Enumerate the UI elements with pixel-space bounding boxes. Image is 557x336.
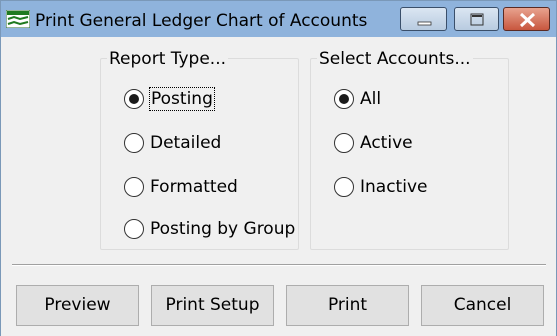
radio-label: All bbox=[360, 89, 382, 109]
maximize-icon bbox=[470, 13, 484, 26]
ledger-app-icon bbox=[5, 9, 31, 29]
title-bar[interactable]: Print General Ledger Chart of Accounts bbox=[1, 1, 556, 37]
radio-circle bbox=[124, 133, 144, 153]
radio-selected-dot bbox=[339, 94, 349, 104]
cancel-button[interactable]: Cancel bbox=[421, 285, 544, 326]
print-button[interactable]: Print bbox=[286, 285, 409, 326]
radio-label: Posting by Group bbox=[150, 219, 296, 239]
radio-label: Formatted bbox=[150, 177, 238, 197]
close-icon bbox=[519, 12, 536, 28]
radio-label: Detailed bbox=[150, 133, 222, 153]
close-button[interactable] bbox=[503, 7, 550, 31]
radio-circle bbox=[124, 177, 144, 197]
radio-circle bbox=[124, 219, 144, 239]
maximize-button[interactable] bbox=[454, 7, 499, 31]
select-accounts-label: Select Accounts... bbox=[317, 49, 473, 69]
select-accounts-group bbox=[310, 58, 509, 250]
radio-label: Inactive bbox=[360, 177, 428, 197]
separator bbox=[12, 264, 546, 266]
radio-label: Posting bbox=[149, 87, 215, 111]
radio-circle bbox=[334, 177, 354, 197]
window-title: Print General Ledger Chart of Accounts bbox=[35, 11, 368, 31]
report-type-label: Report Type... bbox=[107, 49, 229, 69]
radio-selected-dot bbox=[129, 94, 139, 104]
minimize-icon bbox=[417, 21, 432, 26]
radio-circle bbox=[124, 89, 144, 109]
radio-circle bbox=[334, 133, 354, 153]
radio-label: Active bbox=[360, 133, 413, 153]
radio-circle bbox=[334, 89, 354, 109]
minimize-button[interactable] bbox=[400, 7, 447, 31]
print-dialog-window: Print General Ledger Chart of Accounts R… bbox=[0, 0, 557, 336]
dialog-body: Report Type... Posting Detailed Formatte… bbox=[1, 37, 556, 336]
print-setup-button[interactable]: Print Setup bbox=[151, 285, 274, 326]
preview-button[interactable]: Preview bbox=[16, 285, 139, 326]
